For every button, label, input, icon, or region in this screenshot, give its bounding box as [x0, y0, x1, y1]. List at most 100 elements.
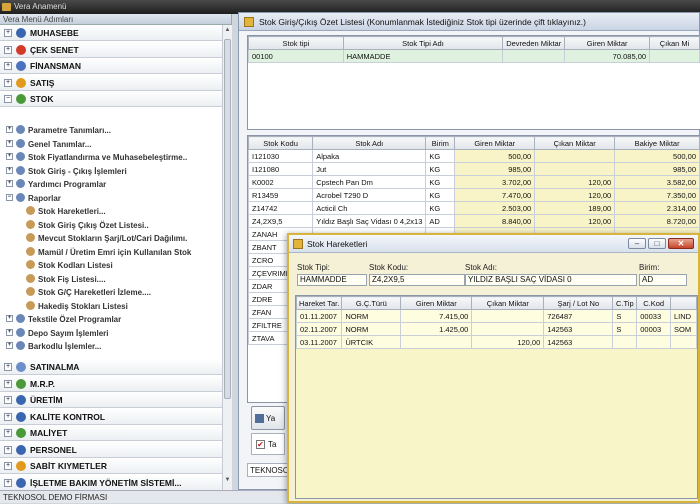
column-header[interactable]: Devreden Miktar [502, 36, 566, 50]
expand-icon[interactable]: + [4, 45, 12, 54]
column-header[interactable]: C.Kod [636, 296, 672, 310]
menu-section-üreti-m[interactable]: + ÜRETİM [0, 392, 222, 408]
table-row[interactable]: I121030 Alpaka KG 500,00 500,00 [248, 149, 700, 163]
close-button[interactable]: ✕ [668, 238, 694, 249]
menu-section-çek-senet[interactable]: + ÇEK SENET [0, 41, 222, 58]
tree-item[interactable]: − Raporlar [6, 192, 61, 205]
expand-icon[interactable]: + [4, 429, 12, 437]
column-header[interactable]: Çıkan Miktar [534, 136, 616, 150]
scroll-thumb[interactable] [224, 39, 231, 399]
column-header[interactable]: Birim [425, 136, 456, 150]
column-header[interactable]: C.Tip [612, 296, 638, 310]
stok-kodu-field[interactable]: Z4,2X9,5 [369, 274, 465, 286]
expand-icon[interactable]: + [6, 342, 13, 350]
tree-item[interactable]: + Genel Tanımlar... [6, 138, 91, 151]
table-row[interactable]: 03.11.2007 ÜRTCIK 120,00 142563 [296, 335, 697, 349]
expand-icon[interactable]: + [4, 62, 12, 70]
option-checkbox[interactable]: ✔ Ta [251, 433, 285, 455]
expand-icon[interactable]: + [4, 478, 12, 487]
tree-item[interactable]: + Barkodlu İşlemler... [6, 340, 101, 353]
tree-item[interactable]: Stok Giriş Çıkış Özet Listesi.. [26, 219, 149, 232]
menu-section-satinalma[interactable]: + SATINALMA [0, 359, 222, 375]
tree-item[interactable]: Stok Kodları Listesi [26, 259, 113, 272]
column-header[interactable]: Bakiye Miktar [614, 136, 700, 150]
tree-item[interactable]: Hakediş Stokları Listesi [26, 300, 128, 313]
table-row[interactable]: 00100 HAMMADDE 70.085,00 [248, 49, 700, 63]
expand-icon[interactable]: + [6, 180, 13, 188]
table-row[interactable]: Z4,2X9,5 Yıldız Başlı Saç Vidası 0 4,2x13… [248, 214, 700, 228]
stok-tipi-field[interactable]: HAMMADDE [297, 274, 367, 286]
column-header[interactable]: Stok tipi [248, 36, 344, 50]
expand-icon[interactable]: + [4, 396, 12, 404]
minimize-button[interactable]: – [628, 238, 646, 249]
menu-section-i-şletme-bakim-yöneti-m-si-stemi-[interactable]: + İŞLETME BAKIM YÖNETİM SİSTEMİ... [0, 474, 222, 491]
birim-field[interactable]: AD [639, 274, 687, 286]
menu-scrollbar[interactable]: ▲ ▼ [222, 25, 232, 490]
column-header[interactable]: Hareket Tar. [296, 296, 343, 310]
expand-icon[interactable]: + [4, 445, 12, 454]
stok-adi-field[interactable]: YILDIZ BAŞLI SAÇ VİDASI 0 [465, 274, 637, 286]
column-header[interactable]: Çıkan Mi [649, 36, 700, 50]
menu-section-fi-nansman[interactable]: + FİNANSMAN [0, 58, 222, 74]
table-row[interactable]: R13459 Acrobel T290 D KG 7.470,00 120,00 7.35… [248, 188, 700, 202]
column-header[interactable]: Şarj / Lot No [543, 296, 614, 310]
menu-section-satiş[interactable]: + SATIŞ [0, 74, 222, 91]
column-header[interactable]: Giren Miktar [564, 36, 651, 50]
expand-icon[interactable]: + [4, 363, 12, 371]
tree-item[interactable]: + Depo Sayım İşlemleri [6, 327, 108, 340]
tree-item[interactable]: + Tekstile Özel Programlar [6, 313, 121, 326]
table-row[interactable]: I121080 Jut KG 985,00 985,00 [248, 162, 700, 176]
tree-item[interactable]: Mevcut Stokların Şarj/Lot/Cari Dağılımı. [26, 232, 187, 245]
column-header[interactable]: Stok Adı [312, 136, 427, 150]
scroll-down-icon[interactable]: ▼ [224, 477, 231, 486]
table-row[interactable]: Z14742 Acticil Ch KG 2.503,00 189,00 2.314,00 [248, 201, 700, 215]
tree-item[interactable]: Stok Hareketleri... [26, 205, 106, 218]
tree-item[interactable]: + Stok Giriş - Çıkış İşlemleri [6, 165, 127, 178]
expand-icon[interactable]: + [4, 412, 12, 421]
column-header[interactable]: Giren Miktar [400, 296, 473, 310]
expand-icon[interactable]: + [4, 462, 12, 470]
column-header[interactable]: G.Ç.Türü [341, 296, 402, 310]
stok-tree: + Parametre Tanımları... + Genel Tanımlar..… [0, 124, 222, 360]
menu-section-muhasebe[interactable]: + MUHASEBE [0, 25, 222, 41]
expand-icon[interactable]: + [6, 328, 13, 336]
menu-section-mali-yet[interactable]: + MALİYET [0, 425, 222, 441]
menu-section-m-r-p-[interactable]: + M.R.P. [0, 375, 222, 392]
tree-item[interactable]: Mamül / Üretim Emri için Kullanılan Stok [26, 246, 191, 259]
menu-section-kali-te-kontrol[interactable]: + KALİTE KONTROL [0, 408, 222, 425]
maximize-button[interactable]: □ [648, 238, 666, 249]
expand-icon[interactable]: + [6, 153, 13, 161]
expand-icon[interactable]: + [6, 315, 13, 323]
column-header[interactable]: Çıkan Miktar [471, 296, 545, 310]
expand-icon[interactable]: + [6, 139, 13, 147]
stok-tipi-grid[interactable]: Stok tipi Stok Tipi Adı Devreden Miktar Gir… [247, 35, 700, 130]
tree-item[interactable]: + Yardımcı Programlar [6, 178, 106, 191]
table-row[interactable]: K0002 Cpstech Pan Dm KG 3.702,00 120,00 3.582… [248, 175, 700, 189]
table-row[interactable]: 02.11.2007 NORM 1.425,00 142563 S 00003 SOM [296, 322, 697, 336]
table-cell [400, 335, 473, 349]
expand-icon[interactable]: + [6, 166, 13, 174]
scroll-up-icon[interactable]: ▲ [224, 27, 231, 36]
expand-icon[interactable]: + [6, 126, 13, 134]
column-header[interactable]: Giren Miktar [454, 136, 536, 150]
expand-icon[interactable]: + [4, 379, 12, 388]
table-row[interactable]: 01.11.2007 NORM 7.415,00 726487 S 00033 LIND [296, 309, 697, 323]
table-cell: Z4,2X9,5 [248, 214, 314, 228]
tree-item[interactable]: Stok Fiş Listesi.... [26, 273, 106, 286]
expand-icon[interactable]: + [4, 29, 12, 37]
menu-section-personel[interactable]: + PERSONEL [0, 441, 222, 458]
checkmark-icon[interactable]: ✔ [256, 440, 265, 449]
stok-hareketleri-grid[interactable]: Hareket Tar. G.Ç.Türü Giren Miktar Çıkan Mi… [295, 295, 698, 499]
print-button[interactable]: Ya [251, 406, 285, 430]
column-header[interactable] [670, 296, 697, 310]
tree-item[interactable]: Stok G/Ç Hareketleri İzleme.... [26, 286, 151, 299]
menu-section-stok[interactable]: − STOK [0, 91, 222, 107]
expand-icon[interactable]: + [4, 78, 12, 87]
menu-section-sabi-t-kiymetler[interactable]: + SABİT KIYMETLER [0, 458, 222, 474]
tree-item[interactable]: + Stok Fiyatlandırma ve Muhasebeleştirme.… [6, 151, 187, 164]
collapse-icon[interactable]: − [4, 95, 12, 103]
expand-icon[interactable]: − [6, 193, 13, 201]
column-header[interactable]: Stok Kodu [248, 136, 314, 150]
column-header[interactable]: Stok Tipi Adı [342, 36, 504, 50]
tree-item[interactable]: + Parametre Tanımları... [6, 124, 111, 137]
